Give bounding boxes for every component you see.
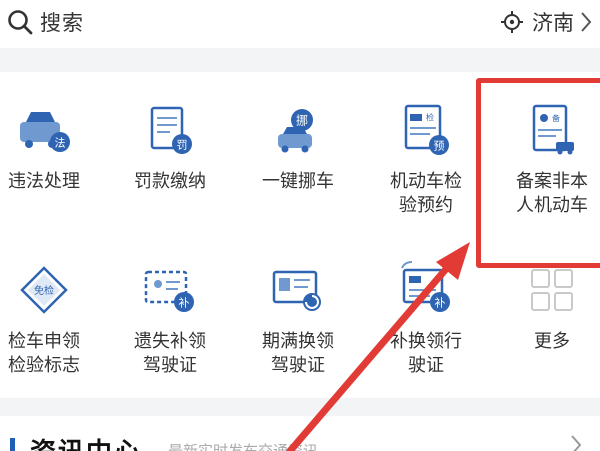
annotation-arrow-icon xyxy=(286,242,470,451)
